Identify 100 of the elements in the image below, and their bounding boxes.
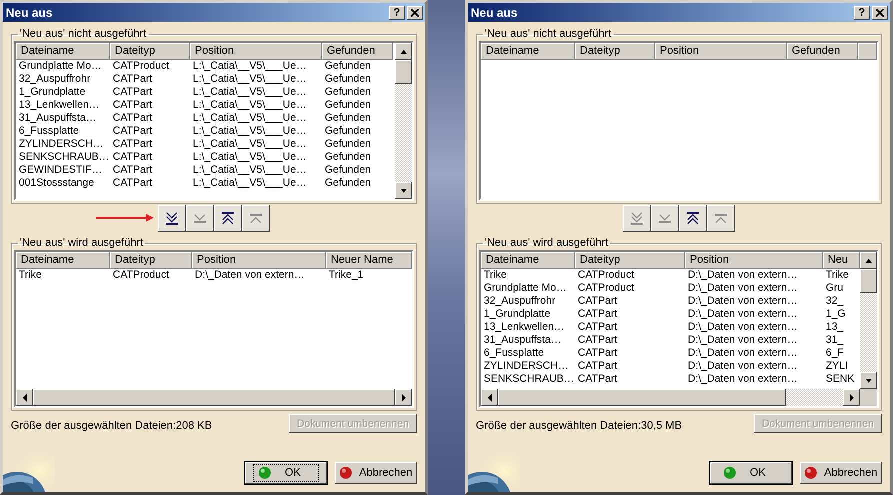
table-cell-text: CATPart xyxy=(112,86,154,99)
double-up-chevron-icon xyxy=(222,212,234,225)
column-header[interactable]: Dateiname xyxy=(481,252,575,269)
up-chevron-icon xyxy=(715,214,727,224)
group-label: 'Neu aus' nicht ausgeführt xyxy=(19,28,148,40)
help-button[interactable]: ? xyxy=(854,6,870,20)
table-cell-text: L:\_Catia\__V5\___Ue… xyxy=(192,177,308,190)
table-cell-text: CATPart xyxy=(577,321,618,334)
table-cell-text: 31_Auspuffsta… xyxy=(18,112,98,125)
table-cell-text: 13_Lenkwellen… xyxy=(18,99,101,112)
column-header[interactable]: Dateiname xyxy=(16,252,110,269)
cancel-button[interactable]: Abbrechen xyxy=(800,462,882,484)
column-header[interactable]: Dateiname xyxy=(16,43,110,60)
scroll-right-icon xyxy=(400,394,408,402)
column-header[interactable]: Position xyxy=(655,43,787,60)
scrollbar-corner xyxy=(860,389,877,406)
table-cell-text: L:\_Catia\__V5\___Ue… xyxy=(192,60,308,73)
table-cell-text: D:\_Daten von extern… xyxy=(194,269,306,282)
table-cell-text: 1_Grundplatte xyxy=(483,308,552,321)
table-cell-text: Gefunden xyxy=(324,138,372,151)
scroll-up-icon xyxy=(864,256,872,264)
table-cell-text: 32_ xyxy=(825,295,845,308)
table-cell-text: GEWINDESTIF… xyxy=(18,164,104,177)
group-label: 'Neu aus' wird ausgeführt xyxy=(19,237,144,249)
move-button[interactable] xyxy=(679,205,707,232)
table-cell-text: Gefunden xyxy=(324,60,372,73)
cancel-button[interactable]: Abbrechen xyxy=(335,462,417,484)
ok-button[interactable]: OK xyxy=(245,462,327,484)
column-header[interactable]: Neu xyxy=(823,252,860,269)
table-cell-text: SENKSCHRAUB… xyxy=(483,373,575,386)
table-cell-text: 6_Fussplatte xyxy=(483,347,546,360)
column-header[interactable]: Gefunden xyxy=(322,43,393,60)
down-chevron-icon xyxy=(659,214,671,223)
table-cell-text: 6_F xyxy=(825,347,846,360)
column-header[interactable]: Position xyxy=(192,252,326,269)
table-cell-text: CATPart xyxy=(112,151,154,164)
scroll-up-icon xyxy=(400,48,408,56)
table-cell-text: CATPart xyxy=(577,308,618,321)
table-cell-text: CATPart xyxy=(112,125,154,138)
close-button[interactable] xyxy=(407,6,423,20)
double-up-chevron-icon xyxy=(687,212,699,225)
horizontal-scrollbar[interactable] xyxy=(481,389,860,406)
table-cell-text: ZYLI xyxy=(825,360,850,373)
column-header[interactable]: Neuer Name xyxy=(326,252,412,269)
table-cell-text: L:\_Catia\__V5\___Ue… xyxy=(192,164,308,177)
close-icon xyxy=(876,8,884,16)
move-button[interactable] xyxy=(214,205,242,232)
table-cell-text: Gefunden xyxy=(324,112,372,125)
ball-icon xyxy=(804,466,818,480)
vertical-scrollbar[interactable] xyxy=(860,252,877,389)
table-cell-text: 13_ xyxy=(825,321,845,334)
column-header[interactable]: Dateityp xyxy=(110,252,192,269)
table-cell-text: CATProduct xyxy=(577,282,636,295)
table-cell-text: 1_Grundplatte xyxy=(18,86,87,99)
table-cell-text: CATPart xyxy=(577,295,618,308)
table-cell-text: D:\_Daten von extern… xyxy=(687,295,799,308)
table-cell-text: 32_Auspuffrohr xyxy=(483,295,557,308)
table-cell-text: 1_G xyxy=(825,308,847,321)
table-cell-text: SENKSCHRAUB… xyxy=(18,151,110,164)
scroll-down-icon xyxy=(864,376,872,384)
column-header[interactable]: Dateityp xyxy=(575,252,685,269)
column-header[interactable]: Gefunden xyxy=(787,43,858,60)
scroll-thumb[interactable] xyxy=(395,60,412,84)
table-cell-text: L:\_Catia\__V5\___Ue… xyxy=(192,73,308,86)
group-label: 'Neu aus' wird ausgeführt xyxy=(484,237,610,249)
table-cell-text: 31_ xyxy=(825,334,845,347)
help-button[interactable]: ? xyxy=(389,6,405,20)
column-header[interactable]: Dateityp xyxy=(575,43,655,60)
double-down-chevron-icon xyxy=(166,212,178,225)
scroll-left-icon xyxy=(486,394,494,402)
close-button[interactable] xyxy=(872,6,888,20)
table-cell-text: L:\_Catia\__V5\___Ue… xyxy=(192,112,308,125)
scroll-thumb[interactable] xyxy=(860,269,877,293)
vertical-scrollbar[interactable] xyxy=(395,43,412,199)
table-cell-text: D:\_Daten von extern… xyxy=(687,373,799,386)
table-cell-text: CATPart xyxy=(577,347,618,360)
scroll-down-icon xyxy=(400,186,408,194)
table-cell-text: Trike xyxy=(825,269,850,282)
table-cell-text: Trike xyxy=(18,269,43,282)
ok-button[interactable]: OK xyxy=(710,462,792,484)
up-chevron-icon xyxy=(250,214,262,224)
table-cell-text: ZYLINDERSCH… xyxy=(483,360,570,373)
scroll-thumb[interactable] xyxy=(498,389,786,406)
column-header[interactable]: Position xyxy=(685,252,823,269)
table-cell-text: CATPart xyxy=(112,138,154,151)
table-cell-text: CATPart xyxy=(112,164,154,177)
table-cell-text: CATPart xyxy=(112,99,154,112)
down-chevron-icon xyxy=(194,214,206,223)
column-header[interactable]: Position xyxy=(190,43,322,60)
column-header[interactable]: Dateityp xyxy=(110,43,190,60)
column-header[interactable]: Dateiname xyxy=(481,43,575,60)
move-button[interactable] xyxy=(158,205,186,232)
table-cell-text: Gefunden xyxy=(324,99,372,112)
window-title: Neu aus xyxy=(6,6,54,20)
ball-icon xyxy=(339,466,354,480)
table-cell-text: Grundplatte Mo… xyxy=(18,60,103,73)
table-cell-text: CATPart xyxy=(112,73,154,86)
table-cell-text: Trike xyxy=(483,269,508,282)
close-icon xyxy=(411,8,419,16)
table-cell-text: D:\_Daten von extern… xyxy=(687,269,799,282)
